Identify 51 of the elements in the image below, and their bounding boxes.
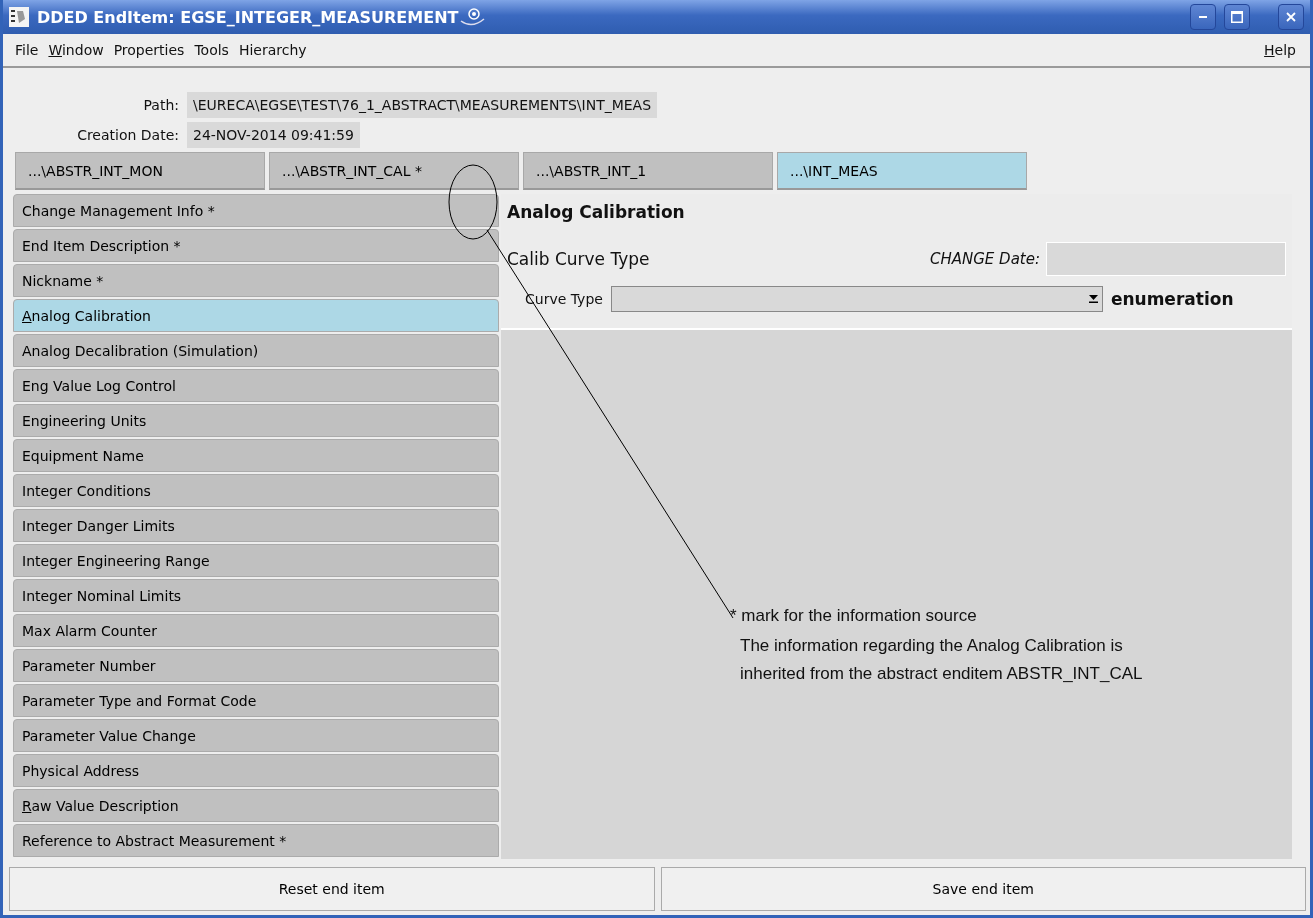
action-button[interactable]: Reset end item [9,867,655,911]
menu-item[interactable]: Properties [109,42,191,58]
minimize-icon [1199,16,1207,18]
maximize-icon [1231,11,1243,23]
sidebar-item[interactable]: Reference to Abstract Measurement * [13,824,499,857]
menu-item[interactable]: Hierarchy [234,42,313,58]
sidebar-item[interactable]: Physical Address [13,754,499,787]
minimize-button[interactable] [1190,4,1216,30]
close-icon [1286,12,1296,22]
change-date-label: CHANGE Date: [930,250,1040,268]
action-button[interactable]: Save end item [660,867,1306,911]
field-value: \EURECA\EGSE\TEST\76_1_ABSTRACT\MEASUREMENTS\INT_MEAS [187,92,658,118]
close-button[interactable] [1278,4,1304,30]
field-label: Path: [142,97,179,113]
panel-title: Analog Calibration [507,202,686,222]
sidebar-item[interactable]: Engineering Units [13,404,499,437]
sidebar-item[interactable]: Change Management Info * [13,194,499,227]
sidebar-item[interactable]: Integer Nominal Limits [13,579,499,612]
section-label: Calib Curve Type [507,249,650,269]
sidebar-item[interactable]: Integer Danger Limits [13,509,499,542]
annotation-text: The information regarding the Analog Calibration is [740,636,1124,656]
sidebar-item[interactable]: Nickname * [13,264,499,297]
tab[interactable]: ...\ABSTR_INT_MON [15,152,265,190]
menu-item[interactable]: File [11,42,45,58]
tab[interactable]: ...\INT_MEAS [777,152,1027,190]
sidebar-item[interactable]: Integer Conditions [13,474,499,507]
field-value: 24-NOV-2014 09:41:59 [187,122,360,148]
annotation-text: inherited from the abstract enditem ABSTR_INT_CAL [740,664,1143,684]
menu-item[interactable]: Window [44,42,110,58]
sidebar-item[interactable]: Analog Calibration [13,299,499,332]
sidebar-item[interactable]: Parameter Value Change [13,719,499,752]
field-label: Creation Date: [76,127,179,143]
window-title: DDED EndItem: EGSE_INTEGER_MEASUREMENT [37,7,459,27]
sidebar-item[interactable]: Raw Value Description [13,789,499,822]
maximize-button[interactable] [1224,4,1250,30]
menu-item[interactable]: Tools [190,42,235,58]
sidebar-item[interactable]: Integer Engineering Range [13,544,499,577]
sidebar-item[interactable]: Eng Value Log Control [13,369,499,402]
app-icon [9,7,29,27]
help-menu[interactable]: Help [1260,42,1302,58]
sidebar-item[interactable]: Equipment Name [13,439,499,472]
tab[interactable]: ...\ABSTR_INT_CAL * [269,152,519,190]
type-label: enumeration [1110,289,1234,309]
annotation-note: * mark for the information source [730,606,977,626]
caret-icon [1088,295,1098,303]
sidebar-item[interactable]: End Item Description * [13,229,499,262]
sidebar-item[interactable]: Parameter Type and Format Code [13,684,499,717]
tab[interactable]: ...\ABSTR_INT_1 [523,152,773,190]
sidebar-item[interactable]: Parameter Number [13,649,499,682]
sidebar-item[interactable]: Max Alarm Counter [13,614,499,647]
sidebar-item[interactable]: Analog Decalibration (Simulation) [13,334,499,367]
